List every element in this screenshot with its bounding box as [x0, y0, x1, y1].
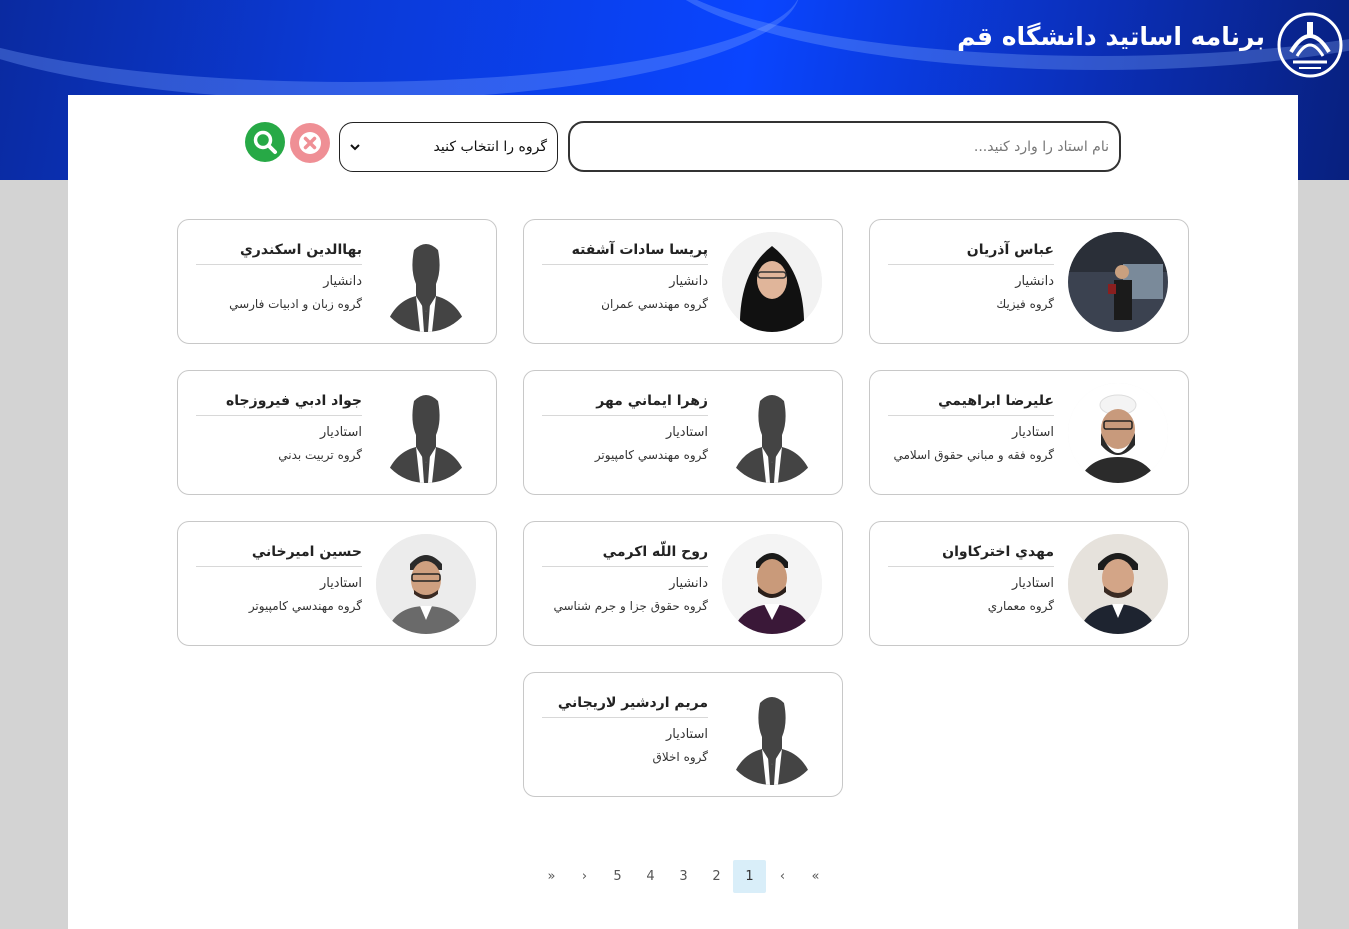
professor-group: گروه مهندسي كامپيوتر: [594, 448, 708, 462]
last-page-button[interactable]: »: [535, 860, 568, 893]
professor-rank: استاديار: [319, 425, 362, 440]
group-select-value: گروه را انتخاب کنید: [433, 139, 547, 155]
professor-group: گروه حقوق جزا و جرم شناسي: [553, 599, 708, 613]
professor-rank: دانشيار: [323, 274, 362, 289]
first-page-button[interactable]: «: [799, 860, 832, 893]
professor-card[interactable]: عباس آذريان دانشيار گروه فيزيك: [869, 219, 1189, 344]
professor-rank: استاديار: [665, 425, 708, 440]
professor-name: عليرضا ابراهيمي: [888, 393, 1054, 416]
close-icon: [299, 132, 321, 154]
professor-card[interactable]: زهرا ايماني مهر استاديار گروه مهندسي كام…: [523, 370, 843, 495]
professor-photo: [376, 534, 476, 634]
professor-group: گروه فقه و مباني حقوق اسلامي: [893, 448, 1054, 462]
professor-name: پريسا سادات آشفته: [542, 242, 708, 265]
default-avatar-icon: [376, 383, 476, 483]
professor-photo: [1068, 232, 1168, 332]
page-1-button[interactable]: 1: [733, 859, 766, 893]
professor-group: گروه تربيت بدني: [278, 448, 362, 462]
professor-rank: دانشيار: [1015, 274, 1054, 289]
professor-rank: استاديار: [1011, 425, 1054, 440]
professor-name: حسين اميرخاني: [196, 544, 362, 567]
page-3-button[interactable]: 3: [667, 860, 700, 893]
professor-rank: دانشيار: [669, 576, 708, 591]
search-icon: [253, 130, 277, 154]
professor-photo: [722, 534, 822, 634]
professor-rank: استاديار: [319, 576, 362, 591]
next-page-button[interactable]: ›: [568, 860, 601, 893]
professor-card[interactable]: مريم اردشير لاريجاني استاديار گروه اخلاق: [523, 672, 843, 797]
banner-wave: [0, 0, 800, 100]
default-avatar-icon: [722, 383, 822, 483]
professor-photo: [1068, 383, 1168, 483]
professor-search-input[interactable]: [568, 121, 1121, 172]
professor-name: جواد ادبي فيروزجاه: [196, 393, 362, 416]
search-button[interactable]: [245, 122, 285, 162]
professor-photo: [722, 232, 822, 332]
professor-name: عباس آذريان: [888, 242, 1054, 265]
professor-rank: استاديار: [665, 727, 708, 742]
clear-button[interactable]: [290, 123, 330, 163]
site-title: برنامه اساتید دانشگاه قم: [957, 22, 1265, 51]
page-5-button[interactable]: 5: [601, 860, 634, 893]
professor-rank: استاديار: [1011, 576, 1054, 591]
default-avatar-icon: [722, 685, 822, 785]
professor-group: گروه مهندسي كامپيوتر: [248, 599, 362, 613]
page-4-button[interactable]: 4: [634, 860, 667, 893]
professor-card[interactable]: جواد ادبي فيروزجاه استاديار گروه تربيت ب…: [177, 370, 497, 495]
professor-card[interactable]: پريسا سادات آشفته دانشيار گروه مهندسي عم…: [523, 219, 843, 344]
default-avatar-icon: [376, 232, 476, 332]
professor-name: زهرا ايماني مهر: [542, 393, 708, 416]
professor-card[interactable]: عليرضا ابراهيمي استاديار گروه فقه و مبان…: [869, 370, 1189, 495]
university-logo-icon[interactable]: [1277, 12, 1343, 78]
chevron-down-icon: [350, 144, 360, 151]
professor-photo: [1068, 534, 1168, 634]
professor-group: گروه معماري: [987, 599, 1054, 613]
previous-page-button[interactable]: ‹: [766, 860, 799, 893]
professor-card[interactable]: مهدي اختركاوان استاديار گروه معماري: [869, 521, 1189, 646]
group-select[interactable]: گروه را انتخاب کنید: [339, 122, 558, 172]
professor-group: گروه فيزيك: [996, 297, 1054, 311]
professor-name: مهدي اختركاوان: [888, 544, 1054, 567]
professor-card[interactable]: بهاالدين اسكندري دانشيار گروه زبان و ادب…: [177, 219, 497, 344]
professor-name: مريم اردشير لاريجاني: [542, 695, 708, 718]
professor-group: گروه زبان و ادبيات فارسي: [229, 297, 362, 311]
professor-rank: دانشيار: [669, 274, 708, 289]
professor-card[interactable]: حسين اميرخاني استاديار گروه مهندسي كامپي…: [177, 521, 497, 646]
pagination: » › 5 4 3 2 1 ‹ «: [535, 859, 832, 893]
professor-name: روح اللّه اكرمي: [542, 544, 708, 567]
main-panel: گروه را انتخاب کنید عب: [68, 95, 1298, 929]
page-2-button[interactable]: 2: [700, 860, 733, 893]
professor-name: بهاالدين اسكندري: [196, 242, 362, 265]
professor-group: گروه مهندسي عمران: [601, 297, 708, 311]
professor-card[interactable]: روح اللّه اكرمي دانشيار گروه حقوق جزا و …: [523, 521, 843, 646]
professor-group: گروه اخلاق: [652, 750, 708, 764]
